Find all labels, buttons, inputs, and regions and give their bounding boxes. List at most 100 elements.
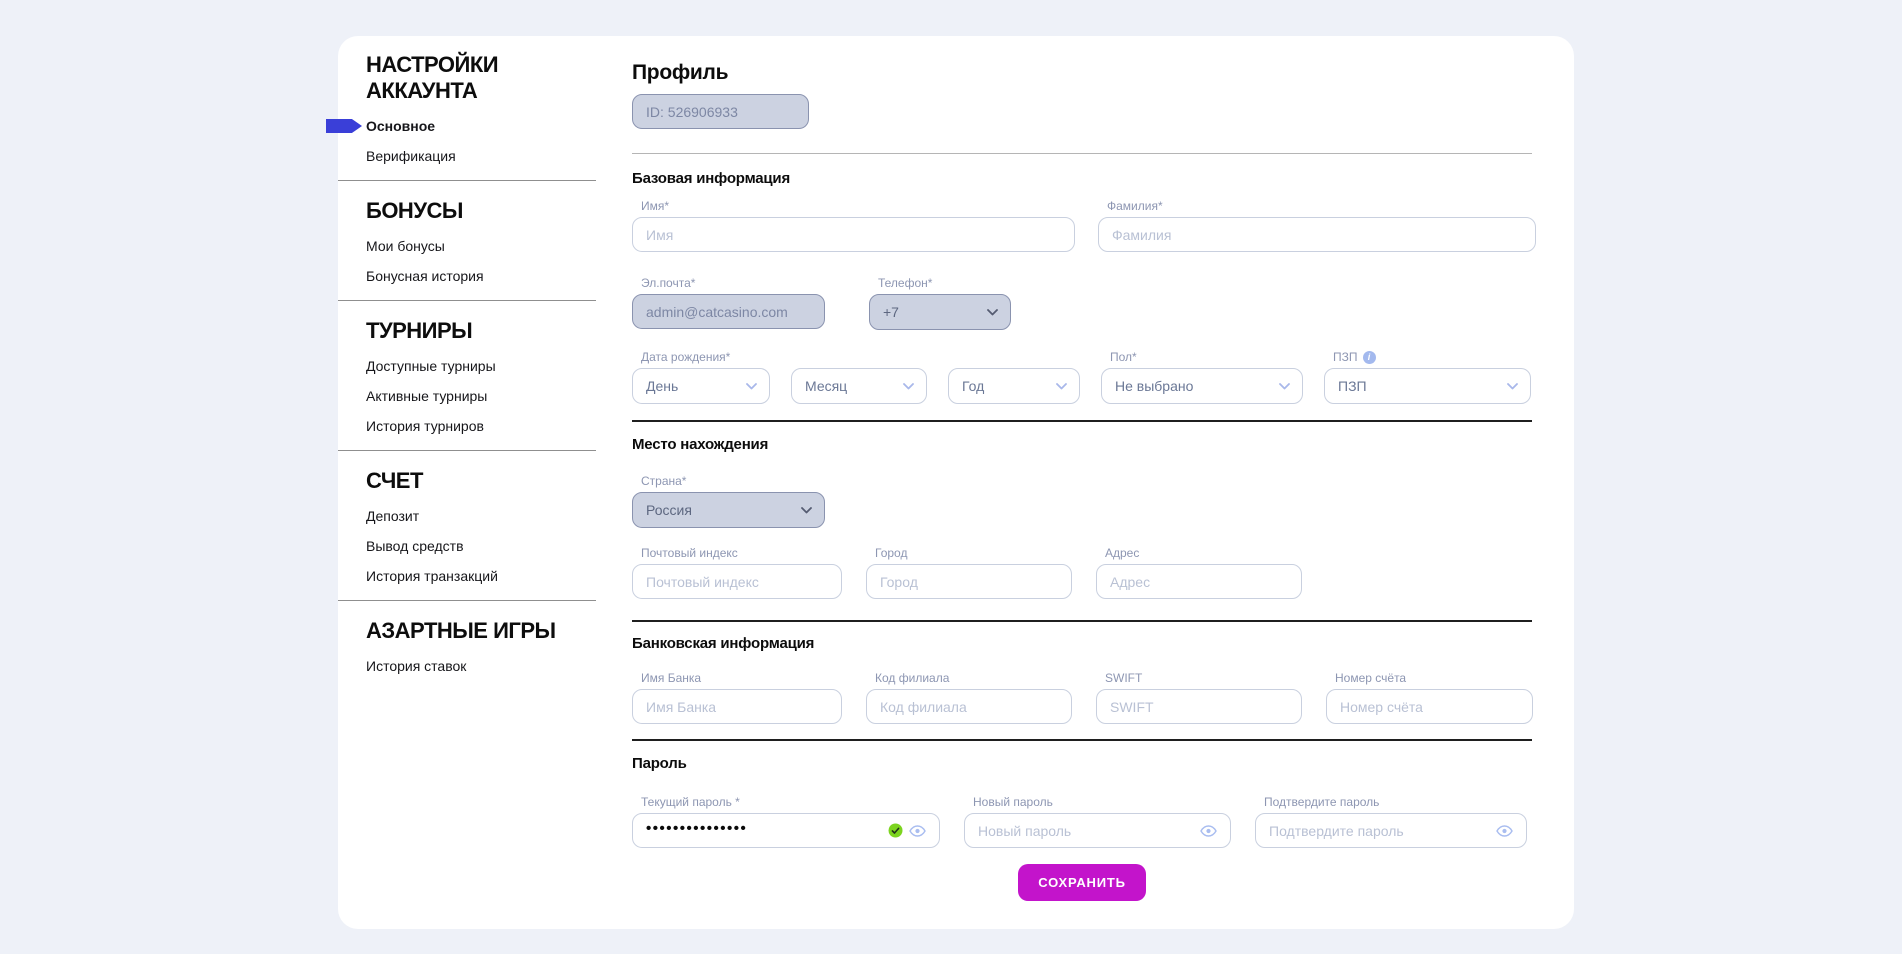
- sidebar-item-label: Бонусная история: [366, 268, 484, 284]
- sidebar-heading-bonuses: БОНУСЫ: [366, 198, 596, 224]
- sidebar-item-main[interactable]: Основное: [366, 118, 596, 134]
- confirm-password-label: Подтвердите пароль: [1264, 795, 1527, 809]
- birth-month-select[interactable]: Месяц: [791, 368, 927, 404]
- gender-value: Не выбрано: [1115, 378, 1193, 394]
- divider: [632, 739, 1532, 741]
- country-select: Россия: [632, 492, 825, 528]
- sidebar-item-tournament-history[interactable]: История турниров: [366, 418, 596, 434]
- email-field: Эл.почта*: [632, 276, 825, 330]
- birth-date-label: Дата рождения*: [641, 350, 770, 364]
- current-password-label: Текущий пароль *: [641, 795, 940, 809]
- account-settings-card: НАСТРОЙКИ АККАУНТА Основное Верификация …: [338, 36, 1574, 929]
- section-title-location: Место нахождения: [632, 436, 1532, 453]
- pzp-label: ПЗП i: [1333, 350, 1531, 364]
- eye-icon[interactable]: [909, 825, 926, 837]
- sidebar-item-my-bonuses[interactable]: Мои бонусы: [366, 238, 596, 254]
- chevron-down-icon: [987, 309, 998, 316]
- postal-code-field: Почтовый индекс: [632, 546, 842, 599]
- address-input[interactable]: [1096, 564, 1302, 599]
- birth-year-value: Год: [962, 378, 984, 394]
- sidebar-item-bonus-history[interactable]: Бонусная история: [366, 268, 596, 284]
- sidebar-item-available-tournaments[interactable]: Доступные турниры: [366, 358, 596, 374]
- sidebar-divider: [338, 180, 596, 181]
- sidebar-item-withdrawal[interactable]: Вывод средств: [366, 538, 596, 554]
- section-title-password: Пароль: [632, 755, 1532, 772]
- sidebar-item-label: Вывод средств: [366, 538, 464, 554]
- sidebar-item-label: История ставок: [366, 658, 466, 674]
- postal-code-label: Почтовый индекс: [641, 546, 842, 560]
- birth-day-field: Дата рождения* День: [632, 350, 770, 404]
- country-label: Страна*: [641, 474, 825, 488]
- bank-name-field: Имя Банка: [632, 671, 842, 724]
- sidebar-divider: [338, 450, 596, 451]
- city-input[interactable]: [866, 564, 1072, 599]
- birth-day-select[interactable]: День: [632, 368, 770, 404]
- last-name-input[interactable]: [1098, 217, 1536, 252]
- address-label: Адрес: [1105, 546, 1302, 560]
- chevron-down-icon: [746, 383, 757, 390]
- new-password-placeholder: Новый пароль: [978, 823, 1071, 839]
- first-name-input[interactable]: [632, 217, 1075, 252]
- valid-check-icon: [888, 823, 903, 838]
- new-password-input[interactable]: Новый пароль: [964, 813, 1231, 848]
- active-arrow-icon: [326, 119, 362, 133]
- page-title: Профиль: [632, 61, 1532, 85]
- city-label: Город: [875, 546, 1072, 560]
- new-password-label: Новый пароль: [973, 795, 1231, 809]
- phone-code-select: +7: [869, 294, 1011, 330]
- divider: [632, 620, 1532, 622]
- birth-year-select[interactable]: Год: [948, 368, 1080, 404]
- sidebar-divider: [338, 300, 596, 301]
- save-button[interactable]: СОХРАНИТЬ: [1018, 864, 1146, 901]
- sidebar-item-label: Доступные турниры: [366, 358, 496, 374]
- current-password-masked-value: •••••••••••••••: [646, 811, 747, 846]
- bank-name-label: Имя Банка: [641, 671, 842, 685]
- account-number-input[interactable]: [1326, 689, 1533, 724]
- eye-icon[interactable]: [1200, 825, 1217, 837]
- postal-code-input[interactable]: [632, 564, 842, 599]
- branch-code-input[interactable]: [866, 689, 1072, 724]
- section-title-bank-info: Банковская информация: [632, 635, 1532, 652]
- gender-select[interactable]: Не выбрано: [1101, 368, 1303, 404]
- sidebar-item-label: Мои бонусы: [366, 238, 445, 254]
- sidebar-heading-gambling: АЗАРТНЫЕ ИГРЫ: [366, 618, 596, 644]
- swift-input[interactable]: [1096, 689, 1302, 724]
- sidebar-heading-account: СЧЕТ: [366, 468, 596, 494]
- divider: [632, 153, 1532, 154]
- eye-icon[interactable]: [1496, 825, 1513, 837]
- sidebar-item-verification[interactable]: Верификация: [366, 148, 596, 164]
- branch-code-field: Код филиала: [866, 671, 1072, 724]
- phone-label: Телефон*: [878, 276, 1011, 290]
- sidebar-item-active-tournaments[interactable]: Активные турниры: [366, 388, 596, 404]
- confirm-password-input[interactable]: Подтвердите пароль: [1255, 813, 1527, 848]
- current-password-input[interactable]: •••••••••••••••: [632, 813, 940, 848]
- chevron-down-icon: [801, 507, 812, 514]
- sidebar-item-label: Активные турниры: [366, 388, 487, 404]
- confirm-password-placeholder: Подтвердите пароль: [1269, 823, 1404, 839]
- phone-code-value: +7: [883, 304, 899, 320]
- sidebar: НАСТРОЙКИ АККАУНТА Основное Верификация …: [366, 52, 596, 688]
- birth-day-value: День: [646, 378, 678, 394]
- info-icon[interactable]: i: [1363, 351, 1376, 364]
- sidebar-item-label: Верификация: [366, 148, 456, 164]
- pzp-select[interactable]: ПЗП: [1324, 368, 1531, 404]
- gender-label: Пол*: [1110, 350, 1303, 364]
- birth-month-field: Месяц: [791, 368, 927, 404]
- chevron-down-icon: [1507, 383, 1518, 390]
- bank-name-input[interactable]: [632, 689, 842, 724]
- sidebar-item-transaction-history[interactable]: История транзакций: [366, 568, 596, 584]
- sidebar-item-label: История транзакций: [366, 568, 498, 584]
- confirm-password-field: Подтвердите пароль Подтвердите пароль: [1255, 795, 1527, 848]
- country-value: Россия: [646, 502, 692, 518]
- sidebar-item-label: Депозит: [366, 508, 419, 524]
- birth-year-field: Год: [948, 368, 1080, 404]
- sidebar-item-bet-history[interactable]: История ставок: [366, 658, 596, 674]
- pzp-field: ПЗП i ПЗП: [1324, 350, 1531, 404]
- gender-field: Пол* Не выбрано: [1101, 350, 1303, 404]
- swift-field: SWIFT: [1096, 671, 1302, 724]
- pzp-value: ПЗП: [1338, 378, 1367, 394]
- player-id-field: [632, 94, 809, 129]
- current-password-field: Текущий пароль * •••••••••••••••: [632, 795, 940, 848]
- first-name-field: Имя*: [632, 199, 1075, 252]
- sidebar-item-deposit[interactable]: Депозит: [366, 508, 596, 524]
